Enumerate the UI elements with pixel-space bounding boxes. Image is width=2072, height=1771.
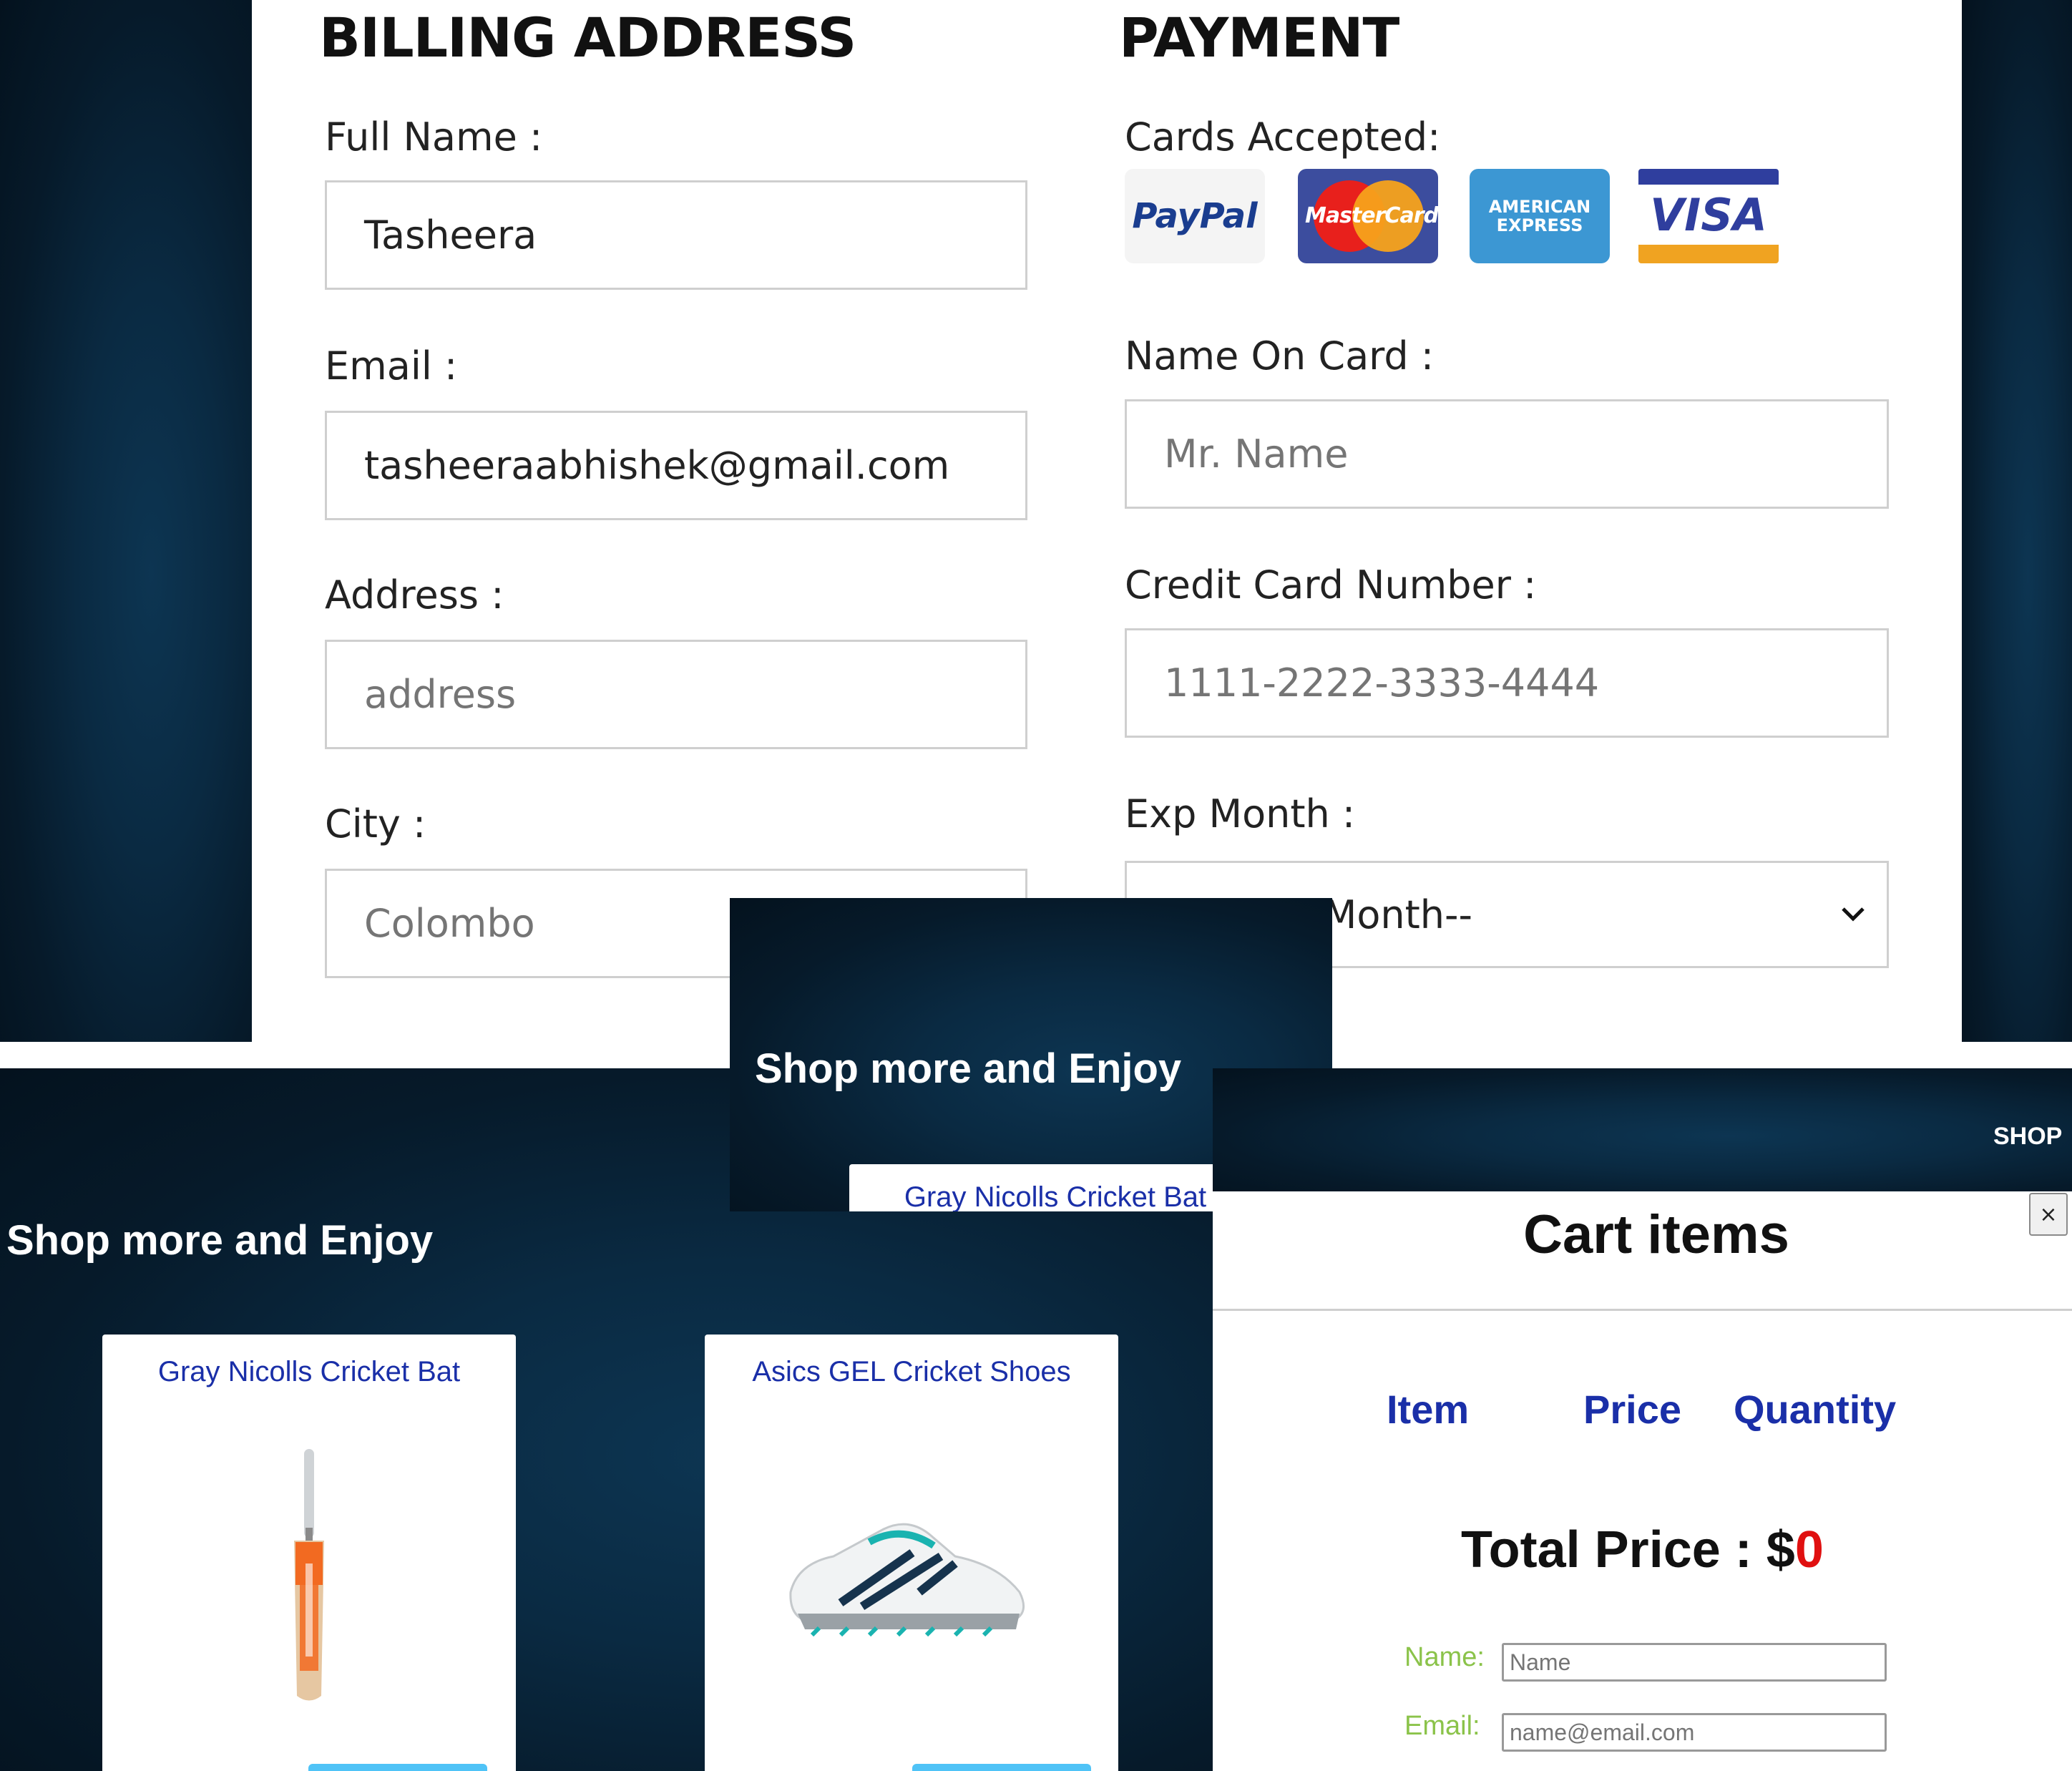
total-price-label: Total Price : $ [1461,1521,1795,1579]
mastercard-logo: MasterCard [1298,169,1438,263]
address-label: Address : [325,572,504,618]
email-input[interactable]: tasheeraabhishek@gmail.com [325,411,1027,520]
add-to-cart-button[interactable] [308,1764,487,1771]
billing-title: BILLING ADDRESS [319,6,856,69]
shop-heading: Shop more and Enjoy [6,1217,434,1264]
page-background-right [1962,0,2072,1042]
nav-shop-link[interactable]: SHOP [1993,1123,2062,1151]
payment-title: PAYMENT [1119,6,1399,69]
product-title[interactable]: Gray Nicolls Cricket Bat [102,1356,516,1388]
name-on-card-input[interactable]: Mr. Name [1125,399,1889,509]
cards-accepted-label: Cards Accepted: [1125,114,1441,160]
total-price-value: 0 [1794,1521,1824,1579]
cricket-shoe-image [789,1523,1025,1637]
full-name-label: Full Name : [325,114,543,160]
amex-logo-text: AMERICAN EXPRESS [1488,196,1591,235]
visa-logo: VISA [1638,169,1779,263]
name-input[interactable]: Name [1502,1643,1887,1682]
checkout-form: BILLING ADDRESS Full Name : Tasheera Ema… [252,0,1962,1042]
city-label: City : [325,801,426,847]
product-card[interactable]: Asics GEL Cricket Shoes [705,1335,1118,1771]
address-input[interactable]: address [325,640,1027,749]
product-title[interactable]: Asics GEL Cricket Shoes [705,1356,1118,1388]
navbar [1213,1068,2072,1191]
divider [1213,1309,2072,1311]
page-background-left [0,0,252,1042]
paypal-logo: PayPal [1125,169,1265,263]
email-label: Email : [325,343,458,389]
total-price: Total Price : $0 [1461,1521,1824,1579]
visa-logo-text: VISA [1650,188,1767,241]
cart-title: Cart items [1523,1204,1789,1265]
cricket-bat-image [294,1449,324,1701]
add-to-cart-button[interactable] [912,1764,1091,1771]
chevron-down-icon [1842,907,1865,922]
card-number-label: Credit Card Number : [1125,562,1537,608]
close-button[interactable]: × [2029,1193,2068,1236]
cart-modal: Cart items × Item Price Quantity Total P… [1213,1191,2072,1771]
exp-month-label: Exp Month : [1125,791,1356,836]
column-header-item: Item [1387,1387,1470,1432]
column-header-quantity: Quantity [1734,1387,1897,1432]
column-header-price: Price [1583,1387,1681,1432]
checkout-form-screenshot: BILLING ADDRESS Full Name : Tasheera Ema… [0,0,2072,1042]
card-number-input[interactable]: 1111-2222-3333-4444 [1125,628,1889,738]
overlay-heading: Shop more and Enjoy [755,1045,1182,1092]
name-on-card-label: Name On Card : [1125,333,1435,379]
product-title[interactable]: Gray Nicolls Cricket Bat [849,1181,1261,1211]
name-label: Name: [1404,1642,1485,1672]
amex-logo: AMERICAN EXPRESS [1470,169,1610,263]
paypal-logo-text: PayPal [1132,196,1258,236]
email-input[interactable]: name@email.com [1502,1713,1887,1752]
full-name-input[interactable]: Tasheera [325,180,1027,290]
email-label: Email: [1404,1711,1480,1741]
product-card[interactable]: Gray Nicolls Cricket Bat [102,1335,516,1771]
product-card[interactable]: Gray Nicolls Cricket Bat [849,1164,1261,1211]
mastercard-logo-text: MasterCard [1305,203,1438,228]
